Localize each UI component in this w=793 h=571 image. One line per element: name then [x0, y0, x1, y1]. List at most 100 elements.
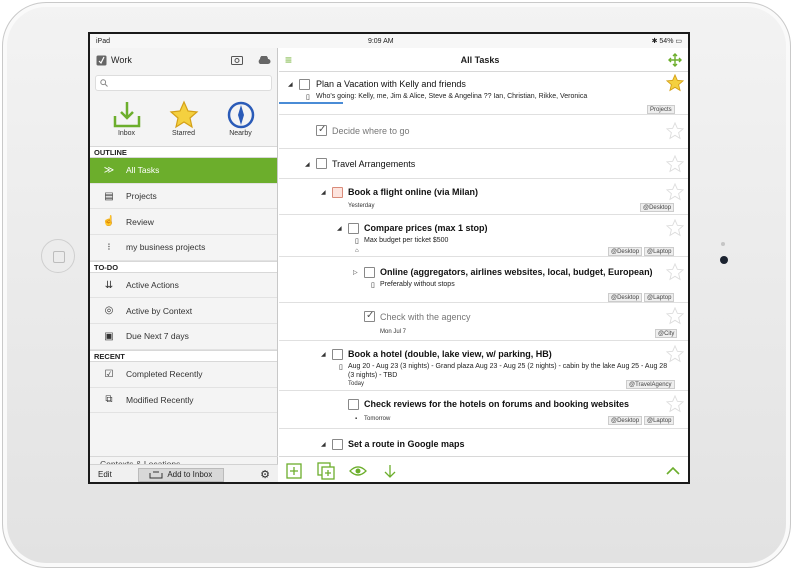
- sidebar-item-review[interactable]: ☝ Review: [90, 209, 277, 236]
- sidebar-item-completed-recently[interactable]: ☑ Completed Recently: [90, 362, 277, 388]
- task-checkbox[interactable]: [348, 223, 359, 234]
- completion-date: Mon Jul 7: [380, 329, 407, 335]
- review-icon: ☝: [102, 216, 116, 228]
- disclosure-triangle[interactable]: ▷: [353, 269, 358, 276]
- task-row[interactable]: ◢ Book a hotel (double, lake view, w/ pa…: [279, 341, 688, 391]
- search-field[interactable]: [95, 75, 272, 91]
- all-tasks-icon: ≫: [103, 164, 115, 176]
- context-tag: @Laptop: [644, 293, 675, 302]
- add-to-inbox-label: Add to Inbox: [167, 470, 213, 479]
- sync-cloud-icon[interactable]: [257, 55, 271, 65]
- task-title: Check reviews for the hotels on forums a…: [364, 399, 630, 409]
- context-tag: @Laptop: [644, 247, 675, 256]
- star-outline-icon[interactable]: [666, 183, 684, 201]
- star-icon[interactable]: [666, 74, 684, 92]
- sidebar-item-label: my business projects: [126, 242, 206, 253]
- context-tag: @Desktop: [608, 293, 643, 302]
- omnifocus-checkbox-icon: [96, 55, 107, 65]
- star-outline-icon[interactable]: [666, 395, 684, 413]
- task-note: Max budget per ticket $500: [364, 237, 449, 244]
- task-checkbox[interactable]: [332, 439, 343, 450]
- inbox-tray-icon: [149, 471, 163, 478]
- move-arrows-icon[interactable]: [668, 52, 682, 67]
- active-actions-icon: ⇊: [104, 279, 114, 291]
- task-checkbox[interactable]: [332, 349, 343, 360]
- status-bar: iPad 9:09 AM ✱ 54% ▭: [90, 34, 688, 48]
- collapse-button[interactable]: [664, 462, 682, 480]
- sidebar-item-active-by-context[interactable]: ◎ Active by Context: [90, 298, 277, 325]
- task-title: Plan a Vacation with Kelly and friends: [316, 79, 466, 89]
- camera: [720, 256, 728, 264]
- disclosure-triangle[interactable]: ◢: [337, 225, 342, 232]
- quick-starred[interactable]: Starred: [169, 100, 199, 142]
- disclosure-triangle[interactable]: ◢: [288, 81, 293, 88]
- filter-icon: ⁝: [107, 241, 111, 253]
- sidebar-item-label: All Tasks: [126, 165, 160, 176]
- sidebar-item-label: Projects: [126, 191, 157, 202]
- sidebar-item-my-business-projects[interactable]: ⁝ my business projects: [90, 235, 277, 261]
- context-tag: Projects: [647, 105, 675, 114]
- bluetooth-icon: ✱: [651, 38, 658, 45]
- task-row[interactable]: Check with the agency Mon Jul 7 @City: [279, 303, 688, 341]
- task-checkbox[interactable]: [364, 310, 375, 322]
- menu-icon[interactable]: ≡: [285, 53, 292, 67]
- disclosure-triangle[interactable]: ◢: [321, 189, 326, 196]
- camera-icon[interactable]: [231, 55, 243, 65]
- disclosure-triangle[interactable]: ◢: [321, 441, 326, 448]
- task-row[interactable]: ▷ Online (aggregators, airlines websites…: [279, 257, 688, 303]
- star-outline-icon[interactable]: [666, 155, 684, 173]
- search-input[interactable]: [108, 78, 267, 88]
- disclosure-triangle[interactable]: ◢: [305, 161, 310, 168]
- add-project-button[interactable]: [317, 461, 335, 480]
- task-title: Set a route in Google maps: [348, 439, 465, 449]
- task-row[interactable]: Decide where to go: [279, 115, 688, 149]
- star-outline-icon[interactable]: [666, 122, 684, 140]
- task-checkbox[interactable]: [316, 124, 327, 136]
- task-row[interactable]: Check reviews for the hotels on forums a…: [279, 391, 688, 429]
- sidebar-item-label: Review: [126, 216, 154, 227]
- home-button[interactable]: [41, 239, 75, 273]
- sidebar-item-modified-recently[interactable]: ⧉ Modified Recently: [90, 388, 277, 414]
- device-label: iPad: [96, 37, 111, 45]
- sidebar-item-projects[interactable]: ▤ Projects: [90, 184, 277, 210]
- move-down-button[interactable]: [381, 462, 399, 480]
- sidebar-footer: Edit Add to Inbox ⚙: [90, 464, 278, 482]
- context-tag: @Desktop: [640, 203, 675, 212]
- context-tag: @Desktop: [608, 416, 643, 425]
- repeat-task-checkbox[interactable]: [348, 399, 359, 410]
- add-action-button[interactable]: [285, 462, 303, 480]
- star-outline-icon[interactable]: [666, 307, 684, 325]
- quick-nearby-label: Nearby: [229, 130, 252, 137]
- disclosure-triangle[interactable]: ◢: [321, 351, 326, 358]
- note-icon: ▯: [339, 364, 343, 371]
- add-to-inbox-button[interactable]: Add to Inbox: [137, 467, 224, 482]
- lock-icon: ⌂: [355, 248, 359, 254]
- task-row[interactable]: ◢ Travel Arrangements: [279, 149, 688, 179]
- context-tag: @TravelAgency: [626, 380, 675, 389]
- edit-button[interactable]: Edit: [98, 470, 112, 479]
- task-checkbox[interactable]: [364, 267, 375, 278]
- view-options-button[interactable]: [349, 462, 367, 480]
- task-checkbox[interactable]: [332, 187, 343, 198]
- quick-nearby[interactable]: Nearby: [226, 100, 256, 142]
- task-row[interactable]: ◢ Compare prices (max 1 stop) ▯ Max budg…: [279, 215, 688, 257]
- task-note: Aug 20 - Aug 23 (3 nights) - Grand plaza…: [348, 363, 668, 379]
- sidebar-item-all-tasks[interactable]: ≫ All Tasks: [90, 158, 277, 184]
- star-outline-icon[interactable]: [666, 263, 684, 281]
- inbox-icon: [113, 102, 140, 128]
- sidebar-item-label: Due Next 7 days: [126, 331, 189, 342]
- task-checkbox[interactable]: [299, 79, 310, 90]
- modified-icon: ⧉: [105, 394, 113, 406]
- sidebar-item-due-next-7-days[interactable]: ▣ Due Next 7 days: [90, 324, 277, 350]
- task-row[interactable]: ◢ Plan a Vacation with Kelly and friends…: [279, 73, 688, 115]
- task-row[interactable]: ◢ Book a flight online (via Milan) Yeste…: [279, 179, 688, 215]
- quick-inbox[interactable]: Inbox: [112, 100, 142, 142]
- star-outline-icon[interactable]: [666, 219, 684, 237]
- star-outline-icon[interactable]: [666, 345, 684, 363]
- quick-perspectives: Inbox Starred Nearby: [90, 94, 277, 146]
- task-checkbox[interactable]: [316, 158, 327, 169]
- task-note: Preferably without stops: [380, 281, 455, 288]
- gear-icon[interactable]: ⚙: [260, 468, 270, 481]
- sidebar-item-active-actions[interactable]: ⇊ Active Actions: [90, 273, 277, 299]
- task-row[interactable]: ◢ Set a route in Google maps: [279, 429, 688, 456]
